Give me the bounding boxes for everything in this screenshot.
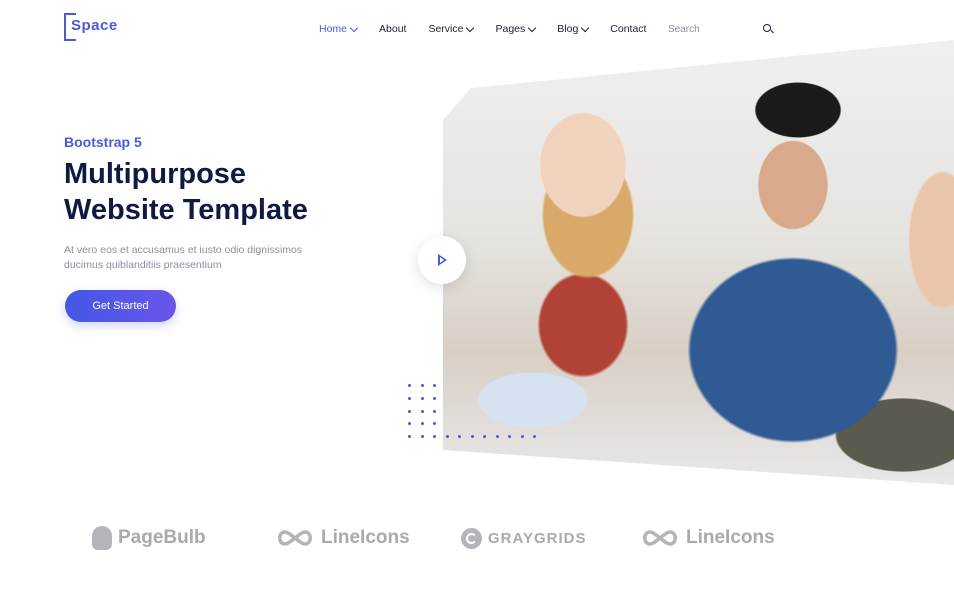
grid-dot — [470, 435, 474, 439]
hero-eyebrow: Bootstrap 5 — [64, 134, 142, 150]
grid-dot — [433, 409, 436, 413]
play-video-button[interactable] — [418, 236, 466, 284]
grid-dot — [420, 409, 424, 413]
nav-item-blog[interactable]: Blog — [557, 23, 590, 35]
chevron-down-icon — [349, 23, 359, 32]
brand-name: PageBulb — [118, 527, 206, 548]
grid-dot — [445, 435, 449, 439]
grid-dot — [508, 435, 511, 439]
nav-item-label: Home — [319, 23, 348, 35]
hero-photo — [443, 40, 954, 485]
graygrids-icon — [461, 527, 482, 549]
brand-logo-lineicons-2[interactable]: LineIcons — [640, 518, 775, 558]
grid-dot — [408, 435, 411, 439]
nav-item-about[interactable]: About — [379, 23, 406, 35]
nav-item-label: About — [379, 23, 407, 35]
hero-description: At vero eos et accusamus et iusto odio d… — [64, 244, 303, 271]
brand-name: LineIcons — [321, 527, 410, 548]
grid-dot — [520, 435, 524, 439]
grid-dot — [483, 435, 486, 439]
nav-item-contact[interactable]: Contact — [610, 23, 646, 35]
hero-headline-line1: Multipurpose — [64, 158, 247, 190]
grid-dot — [433, 422, 436, 426]
decorative-dot-grid — [408, 384, 536, 454]
brand-name: GRAYGRIDS — [488, 529, 587, 547]
nav-item-label: Contact — [610, 23, 647, 35]
grid-dot — [420, 422, 424, 426]
search-icon[interactable] — [762, 23, 774, 35]
search-box — [668, 20, 774, 38]
grid-dot — [433, 396, 436, 400]
grid-dot — [420, 384, 424, 387]
logo-text: Space — [71, 17, 118, 34]
nav-item-pages[interactable]: Pages — [495, 23, 537, 35]
grid-dot — [420, 435, 424, 439]
grid-dot — [458, 435, 461, 439]
hero-headline-line2: Website Template — [64, 194, 308, 226]
chevron-down-icon — [466, 23, 475, 32]
nav-item-label: Service — [428, 23, 464, 35]
site-logo[interactable]: Space — [64, 13, 124, 45]
grid-dot — [433, 384, 436, 387]
brand-logos: PageBulb LineIcons GRAYGRIDS LineIcons — [90, 518, 790, 558]
bulb-icon — [92, 526, 112, 550]
brand-logo-pagebulb[interactable]: PageBulb — [92, 518, 206, 558]
get-started-button[interactable]: Get Started — [65, 290, 176, 322]
search-input[interactable] — [668, 23, 748, 35]
nav-item-home[interactable]: Home — [319, 23, 359, 35]
grid-dot — [408, 396, 411, 400]
brand-logo-graygrids[interactable]: GRAYGRIDS — [461, 518, 586, 558]
grid-dot — [433, 435, 436, 439]
grid-dot — [495, 435, 499, 439]
nav-item-label: Pages — [495, 23, 526, 35]
grid-dot — [408, 409, 411, 413]
infinity-icon — [278, 530, 312, 546]
grid-dot — [408, 422, 411, 426]
nav-item-service[interactable]: Service — [428, 23, 475, 35]
chevron-down-icon — [581, 23, 590, 32]
nav-item-label: Blog — [557, 23, 579, 35]
hero-headline: Multipurpose Website Template — [64, 156, 384, 228]
infinity-icon — [643, 530, 677, 546]
chevron-down-icon — [528, 23, 537, 32]
brand-name: LineIcons — [686, 527, 775, 548]
main-nav: Home About Service Pages Blog Contact — [319, 23, 668, 35]
grid-dot — [420, 396, 424, 400]
grid-dot — [408, 384, 411, 387]
brand-logo-lineicons[interactable]: LineIcons — [275, 518, 410, 558]
